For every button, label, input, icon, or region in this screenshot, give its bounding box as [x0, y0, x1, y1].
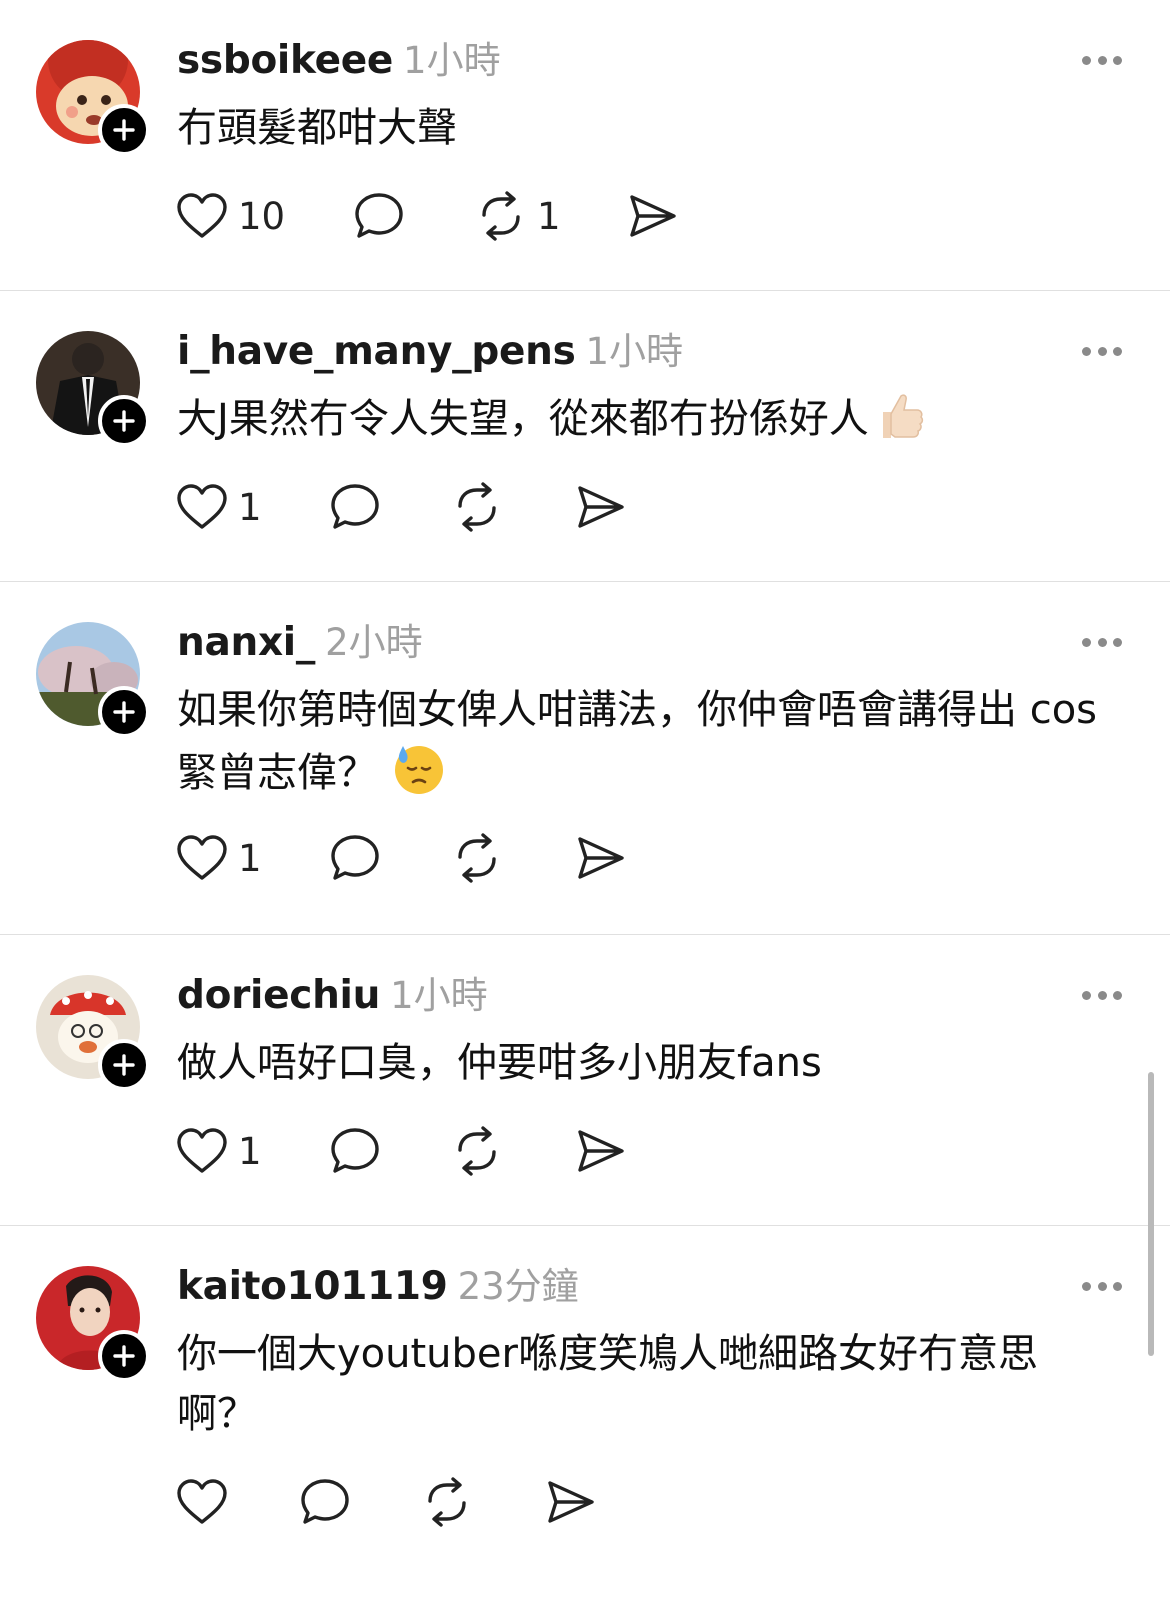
share-button[interactable]	[575, 1126, 627, 1176]
plus-icon	[113, 410, 135, 432]
avatar[interactable]	[36, 1266, 150, 1382]
avatar[interactable]	[36, 40, 150, 156]
repost-icon	[428, 1477, 466, 1527]
timestamp: 1小時	[403, 39, 501, 82]
like-count: 1	[238, 836, 262, 880]
post-text: 如果你第時個女俾人咁講法，你仲會唔會講得出 cos緊曾志偉？	[177, 687, 1098, 796]
plus-icon	[113, 1345, 135, 1367]
send-icon	[548, 1481, 594, 1523]
comment-icon	[331, 1128, 379, 1173]
more-options-icon[interactable]	[1082, 634, 1122, 650]
like-count: 1	[238, 485, 262, 529]
send-icon	[578, 486, 624, 528]
send-icon	[630, 195, 676, 237]
username[interactable]: doriechiu	[177, 973, 380, 1018]
heart-icon	[177, 1128, 227, 1173]
more-options-icon[interactable]	[1082, 987, 1122, 1003]
heart-icon	[177, 1479, 227, 1524]
like-button[interactable]: 10	[176, 192, 353, 240]
username[interactable]: kaito101119	[177, 1264, 448, 1309]
follow-button[interactable]	[98, 1039, 150, 1091]
send-icon	[578, 1130, 624, 1172]
send-icon	[578, 837, 624, 879]
repost-icon	[482, 191, 520, 241]
timestamp: 2小時	[325, 621, 423, 664]
reply-button[interactable]	[329, 1126, 451, 1176]
comment-icon	[301, 1479, 349, 1524]
scrollbar[interactable]	[1148, 1072, 1154, 1356]
reply-button[interactable]	[299, 1477, 421, 1527]
reply-button[interactable]	[329, 482, 451, 532]
comment-icon	[331, 484, 379, 529]
repost-icon	[458, 482, 496, 532]
post-text: 你一個大youtuber喺度笑鳩人哋細路女好冇意思啊？	[177, 1331, 1038, 1437]
repost-count: 1	[537, 194, 561, 238]
avatar[interactable]	[36, 975, 150, 1091]
repost-icon	[458, 833, 496, 883]
share-button[interactable]	[627, 191, 679, 241]
plus-icon	[113, 119, 135, 141]
username[interactable]: i_have_many_pens	[177, 329, 576, 374]
more-options-icon[interactable]	[1082, 52, 1122, 68]
like-button[interactable]	[176, 1478, 299, 1526]
repost-button[interactable]	[451, 1126, 575, 1176]
timestamp: 1小時	[390, 974, 488, 1017]
share-button[interactable]	[575, 833, 627, 883]
reply-button[interactable]	[329, 833, 451, 883]
avatar[interactable]	[36, 331, 150, 447]
comment-icon	[355, 193, 403, 238]
share-button[interactable]	[575, 482, 627, 532]
follow-button[interactable]	[98, 1330, 150, 1382]
plus-icon	[113, 701, 135, 723]
post-text: 做人唔好口臭，仲要咁多小朋友fans	[177, 1040, 822, 1086]
like-count: 1	[238, 1129, 262, 1173]
repost-button[interactable]	[451, 833, 575, 883]
share-button[interactable]	[545, 1477, 597, 1527]
repost-icon	[458, 1126, 496, 1176]
like-count: 10	[238, 194, 286, 238]
avatar[interactable]	[36, 622, 150, 738]
post-2: i_have_many_pens 1小時 大J果然冇令人失望，從來都冇扮係好人 1	[0, 291, 1170, 582]
follow-button[interactable]	[98, 104, 150, 156]
repost-button[interactable]	[451, 482, 575, 532]
repost-button[interactable]: 1	[475, 191, 627, 241]
post-text: 冇頭髮都咁大聲	[177, 105, 457, 151]
timestamp: 1小時	[585, 330, 684, 373]
repost-button[interactable]	[421, 1477, 545, 1527]
post-4: doriechiu 1小時 做人唔好口臭，仲要咁多小朋友fans 1	[0, 935, 1170, 1226]
post-5: kaito101119 23分鐘 你一個大youtuber喺度笑鳩人哋細路女好冇意…	[0, 1226, 1170, 1572]
more-options-icon[interactable]	[1082, 343, 1122, 359]
post-1: ssboikeee 1小時 冇頭髮都咁大聲 10 1	[0, 0, 1170, 291]
username[interactable]: nanxi_	[177, 620, 315, 665]
post-text: 大J果然冇令人失望，從來都冇扮係好人	[177, 389, 1100, 449]
heart-icon	[177, 193, 227, 238]
comment-icon	[331, 835, 379, 880]
heart-icon	[177, 835, 227, 880]
more-options-icon[interactable]	[1082, 1278, 1122, 1294]
downcast-sweat-emoji	[395, 746, 443, 794]
heart-icon	[177, 484, 227, 529]
plus-icon	[113, 1054, 135, 1076]
timestamp: 23分鐘	[457, 1265, 579, 1308]
post-3: nanxi_ 2小時 如果你第時個女俾人咁講法，你仲會唔會講得出 cos緊曾志偉？…	[0, 582, 1170, 935]
follow-button[interactable]	[98, 395, 150, 447]
like-button[interactable]: 1	[176, 1127, 329, 1175]
username[interactable]: ssboikeee	[177, 38, 393, 83]
like-button[interactable]: 1	[176, 834, 329, 882]
like-button[interactable]: 1	[176, 483, 329, 531]
reply-button[interactable]	[353, 191, 475, 241]
thumbs-up-emoji	[882, 394, 923, 438]
follow-button[interactable]	[98, 686, 150, 738]
